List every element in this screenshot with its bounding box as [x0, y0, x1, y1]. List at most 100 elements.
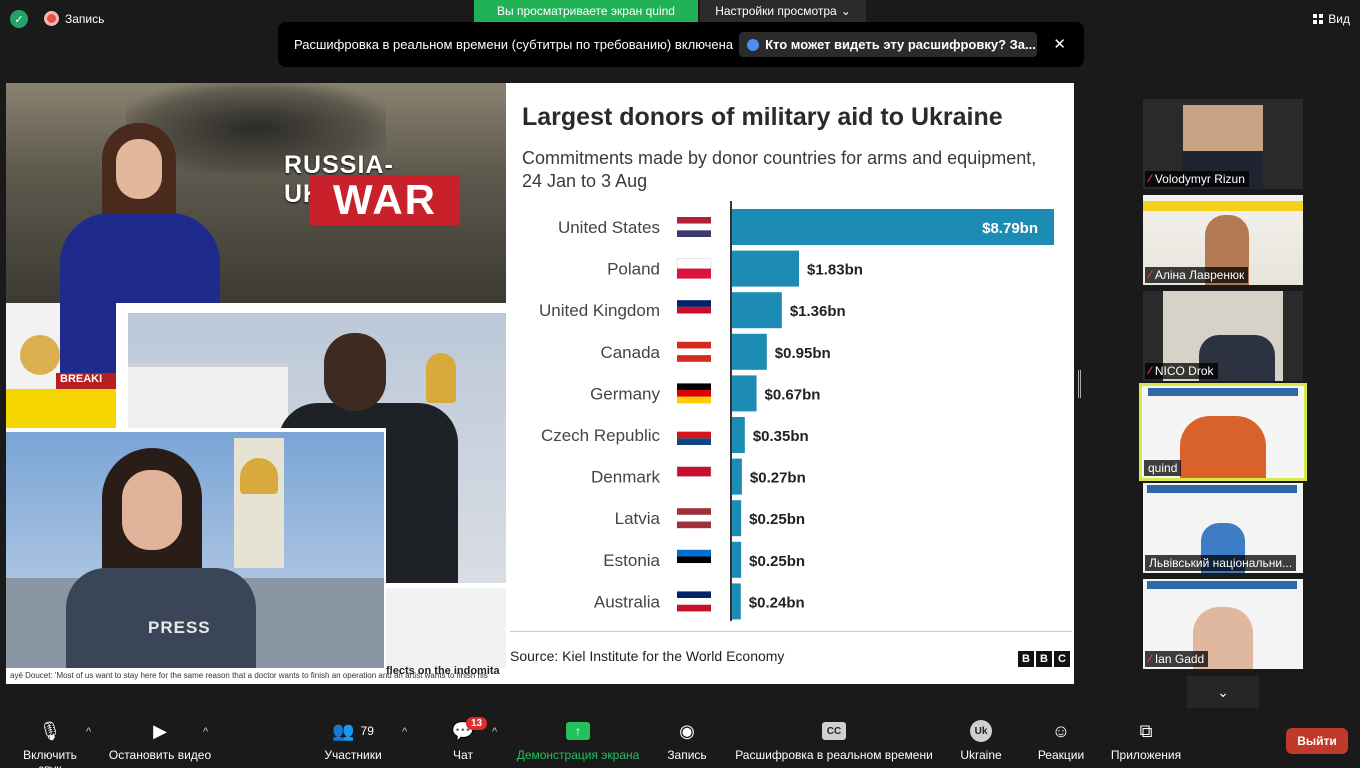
participant-tile-drok[interactable]: ⁄ NICO Drok — [1143, 291, 1303, 381]
unmute-label: Включить звук — [23, 748, 77, 768]
flag-icon — [677, 508, 711, 515]
transcript-notice-text: Расшифровка в реальном времени (субтитры… — [294, 37, 734, 52]
flag-icon — [677, 230, 711, 237]
category-label: Germany — [590, 384, 660, 403]
chart-bar — [732, 541, 742, 578]
chart-bar — [732, 375, 757, 412]
chart-bar — [732, 333, 767, 370]
reactions-label: Реакции — [1037, 748, 1085, 762]
flag-icon — [677, 383, 711, 391]
category-label: Poland — [607, 260, 660, 279]
stop-video-label: Остановить видео — [108, 748, 212, 762]
stop-video-button[interactable]: ▶ Остановить видео — [108, 720, 212, 763]
record-icon: ◉ — [679, 720, 695, 741]
participant-tile-rizun[interactable]: ⁄ Volodymyr Rizun — [1143, 99, 1303, 189]
participants-icon: 👥 — [332, 720, 355, 741]
chart-bar — [732, 458, 742, 495]
category-label: Australia — [594, 592, 661, 611]
flag-icon — [677, 476, 711, 487]
live-transcript-notice: Расшифровка в реальном времени (субтитры… — [278, 22, 1084, 67]
news-ticker-headline: flects on the indomita — [386, 665, 500, 677]
live-transcript-button[interactable]: CC Расшифровка в реальном времени — [734, 720, 934, 762]
flag-icon — [677, 438, 711, 445]
share-screen-icon: ↑ — [566, 722, 590, 740]
grid-view-icon — [1313, 14, 1324, 24]
ukraine-app-button[interactable]: Uk Ukraine — [958, 720, 1004, 762]
security-shield-icon[interactable]: ✓ — [10, 10, 28, 28]
flag-icon — [677, 598, 711, 605]
muted-mic-icon: ⁄ — [1149, 269, 1151, 281]
value-label: $0.24bn — [749, 594, 805, 611]
value-label: $1.83bn — [807, 262, 863, 279]
who-can-see-transcript-button[interactable]: Кто может видеть эту расшифровку? За... — [739, 32, 1038, 57]
ukraine-app-icon: Uk — [970, 720, 992, 742]
record-dot-icon — [44, 11, 59, 26]
flag-icon — [677, 514, 711, 522]
participant-tile-lavreniuk[interactable]: ⁄ Аліна Лавренюк — [1143, 195, 1303, 285]
leave-meeting-button[interactable]: Выйти — [1286, 728, 1348, 754]
category-label: United States — [558, 218, 660, 237]
flag-icon — [677, 306, 711, 314]
participant-name: NICO Drok — [1154, 364, 1214, 378]
split-resize-handle[interactable] — [1078, 370, 1081, 398]
record-button[interactable]: ◉ Запись — [664, 720, 710, 763]
flag-icon — [677, 268, 711, 279]
bbc-logo-letter: C — [1054, 651, 1070, 667]
category-label: Denmark — [591, 468, 660, 487]
participant-tile-gadd[interactable]: ⁄ Ian Gadd — [1143, 579, 1303, 669]
apps-button[interactable]: ⧉ Приложения — [1108, 720, 1184, 763]
apps-label: Приложения — [1110, 748, 1182, 762]
bbc-logo: B B C — [1018, 651, 1070, 667]
chat-options-caret[interactable]: ^ — [492, 726, 497, 738]
flag-icon — [677, 563, 711, 570]
scroll-participants-down-button[interactable]: ⌄ — [1187, 676, 1259, 708]
chevron-down-icon: ⌄ — [840, 4, 851, 18]
video-options-caret[interactable]: ^ — [203, 726, 208, 738]
chart-bar — [732, 250, 800, 287]
flag-icon — [677, 425, 711, 432]
apps-icon: ⧉ — [1139, 720, 1153, 741]
participant-name: Ian Gadd — [1154, 652, 1205, 666]
flag-icon — [677, 348, 711, 356]
record-label: Запись — [667, 748, 707, 762]
zoom-meeting-window: ✓ Запись Вы просматриваете экран quind Н… — [0, 0, 1360, 768]
channel-logo — [20, 335, 60, 375]
recording-indicator[interactable]: Запись — [44, 11, 104, 26]
flag-icon — [676, 466, 712, 477]
share-screen-label: Демонстрация экрана — [516, 748, 640, 762]
muted-microphone-icon: 🎙 — [38, 720, 62, 741]
chart-bar — [732, 292, 782, 329]
participant-tile-lviv-university[interactable]: Львівський національни... — [1143, 483, 1303, 573]
participant-tile-quind-active-speaker[interactable]: quind — [1139, 383, 1307, 481]
flag-icon — [677, 431, 711, 439]
chat-unread-badge: 13 — [466, 717, 488, 730]
bar-chart-svg: United States $8.79bn Poland $1.83bn United … — [539, 201, 1054, 621]
chat-label: Чат — [453, 748, 473, 762]
participants-button[interactable]: 👥 79 Участники — [322, 720, 384, 763]
share-screen-button[interactable]: ↑ Демонстрация экрана — [514, 720, 642, 762]
chart-bar — [732, 417, 745, 453]
war-label: WAR — [310, 175, 460, 225]
person-icon — [747, 38, 760, 51]
close-icon[interactable]: ✕ — [1053, 35, 1066, 53]
value-label: $0.25bn — [749, 553, 805, 570]
bbc-logo-letter: B — [1018, 651, 1034, 667]
flag-icon — [677, 217, 711, 224]
recording-label: Запись — [65, 11, 105, 26]
participant-name: quind — [1148, 461, 1178, 475]
reactions-button[interactable]: ☺ Реакции — [1034, 720, 1088, 763]
view-options-dropdown[interactable]: Настройки просмотра ⌄ — [700, 0, 866, 22]
view-options-label: Настройки просмотра — [715, 4, 837, 18]
view-button-label: Вид — [1328, 12, 1350, 26]
flag-icon — [677, 396, 711, 404]
unmute-button[interactable]: 🎙 Включить звук — [10, 720, 90, 768]
participant-name: Volodymyr Rizun — [1154, 172, 1245, 186]
participants-options-caret[interactable]: ^ — [402, 726, 407, 738]
breaking-label: BREAKI — [56, 373, 116, 389]
audio-options-caret[interactable]: ^ — [86, 726, 91, 738]
viewing-screen-banner: Вы просматриваете экран quind — [474, 0, 698, 22]
participants-count: 79 — [360, 724, 374, 738]
participant-name: Аліна Лавренюк — [1154, 268, 1245, 282]
flag-icon — [677, 313, 711, 321]
view-button[interactable]: Вид — [1313, 12, 1350, 26]
